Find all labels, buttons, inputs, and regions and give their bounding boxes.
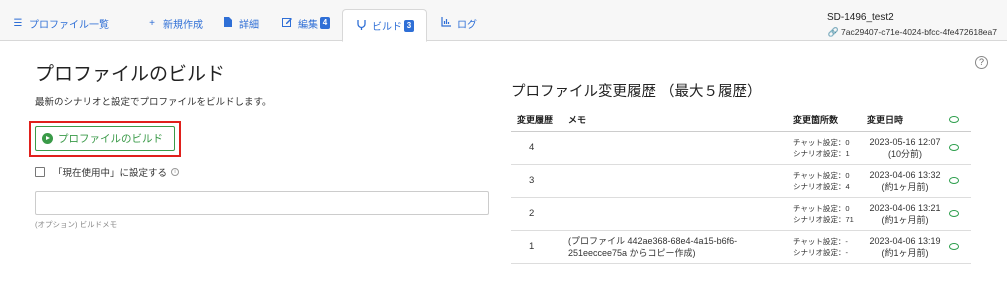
comment-icon[interactable] bbox=[949, 143, 959, 151]
col-version: 変更履歴 bbox=[511, 109, 562, 132]
date-relative: (10分前) bbox=[887, 148, 922, 159]
profile-name: SD-1496_test2 bbox=[827, 12, 894, 23]
history-version: 1 bbox=[511, 230, 562, 264]
chart-icon bbox=[440, 16, 452, 30]
info-icon[interactable]: i bbox=[171, 168, 180, 176]
tab-label: 新規作成 bbox=[163, 19, 203, 31]
edit-count-badge: 4 bbox=[320, 17, 330, 29]
play-icon bbox=[42, 133, 53, 144]
profile-id-text: 7ac29407-c71e-4024-bfcc-4fe472618ea7 bbox=[841, 27, 997, 37]
build-icon bbox=[355, 19, 367, 33]
chat-changes: チャット設定：0 bbox=[793, 170, 850, 180]
history-memo bbox=[562, 197, 787, 231]
date-relative: (約1ヶ月前) bbox=[881, 214, 929, 225]
tab-new[interactable]: + 新規作成 bbox=[146, 12, 203, 34]
comment-cell bbox=[943, 197, 971, 231]
date-value: 2023-05-16 12:07 bbox=[869, 136, 941, 147]
date-value: 2023-04-06 13:32 bbox=[869, 169, 941, 180]
build-button-label: プロファイルのビルド bbox=[58, 133, 163, 145]
top-nav-bar: ☰ プロファイル一覧 + 新規作成 詳細 編集 4 ビルド 3 ログ SD-14… bbox=[0, 0, 1007, 42]
set-current-row: 「現在使用中」に設定する i bbox=[35, 165, 180, 179]
comment-icon bbox=[949, 115, 959, 123]
comment-icon[interactable] bbox=[949, 242, 959, 250]
col-date: 変更日時 bbox=[861, 109, 943, 132]
date-value: 2023-04-06 13:21 bbox=[869, 202, 941, 213]
history-date: 2023-05-16 12:07 (10分前) bbox=[861, 131, 943, 165]
scenario-changes: シナリオ設定：- bbox=[793, 247, 848, 257]
history-memo bbox=[562, 164, 787, 198]
build-memo-hint: (オプション) ビルドメモ bbox=[35, 220, 118, 229]
scenario-changes: シナリオ設定：4 bbox=[793, 181, 850, 191]
help-icon[interactable]: ? bbox=[975, 56, 988, 69]
comment-icon[interactable] bbox=[949, 176, 959, 184]
history-row: 3 チャット設定：0 シナリオ設定：4 2023-04-06 13:32 (約1ヶ月… bbox=[511, 164, 971, 198]
link-icon: 🔗 bbox=[827, 27, 839, 37]
chat-changes: チャット設定：0 bbox=[793, 203, 850, 213]
col-changes: 変更箇所数 bbox=[787, 109, 861, 132]
tab-edit[interactable]: 編集 4 bbox=[281, 12, 330, 34]
history-table: 変更履歴 メモ 変更箇所数 変更日時 4 チャット設定：0 シナリオ設定：1 20… bbox=[511, 109, 971, 264]
history-changes: チャット設定：0 シナリオ設定：1 bbox=[787, 131, 861, 165]
history-date: 2023-04-06 13:19 (約1ヶ月前) bbox=[861, 230, 943, 264]
history-version: 2 bbox=[511, 197, 562, 231]
comment-cell bbox=[943, 164, 971, 198]
set-current-label: 「現在使用中」に設定する bbox=[53, 168, 168, 179]
edit-icon bbox=[281, 17, 293, 30]
history-changes: チャット設定：0 シナリオ設定：71 bbox=[787, 197, 861, 231]
tab-build[interactable]: ビルド 3 bbox=[342, 9, 427, 42]
build-title: プロファイルのビルド bbox=[35, 64, 226, 85]
date-relative: (約1ヶ月前) bbox=[881, 181, 929, 192]
tab-detail[interactable]: 詳細 bbox=[222, 12, 259, 34]
chat-changes: チャット設定：0 bbox=[793, 137, 850, 147]
tab-profile-list[interactable]: ☰ プロファイル一覧 bbox=[12, 12, 109, 34]
comment-header-cell bbox=[943, 109, 971, 132]
history-version: 3 bbox=[511, 164, 562, 198]
date-relative: (約1ヶ月前) bbox=[881, 247, 929, 258]
history-row: 4 チャット設定：0 シナリオ設定：1 2023-05-16 12:07 (10分前… bbox=[511, 131, 971, 165]
scenario-changes: シナリオ設定：1 bbox=[793, 148, 850, 158]
history-memo bbox=[562, 131, 787, 165]
set-current-checkbox[interactable] bbox=[35, 167, 45, 177]
history-row: 2 チャット設定：0 シナリオ設定：71 2023-04-06 13:21 (約1ヶ… bbox=[511, 197, 971, 231]
tab-log[interactable]: ログ bbox=[440, 12, 477, 34]
history-date: 2023-04-06 13:21 (約1ヶ月前) bbox=[861, 197, 943, 231]
build-description: 最新のシナリオと設定でプロファイルをビルドします。 bbox=[35, 97, 272, 108]
tab-label: 詳細 bbox=[239, 19, 259, 31]
chat-changes: チャット設定：- bbox=[793, 236, 848, 246]
plus-icon: + bbox=[149, 17, 155, 29]
comment-icon[interactable] bbox=[949, 209, 959, 217]
build-count-badge: 3 bbox=[404, 19, 414, 32]
history-date: 2023-04-06 13:32 (約1ヶ月前) bbox=[861, 164, 943, 198]
date-value: 2023-04-06 13:19 bbox=[869, 235, 941, 246]
comment-cell bbox=[943, 131, 971, 165]
profile-id: 🔗 7ac29407-c71e-4024-bfcc-4fe472618ea7 bbox=[827, 27, 997, 38]
history-title: プロファイル変更履歴 （最大５履歴） bbox=[511, 84, 762, 100]
col-memo: メモ bbox=[562, 109, 787, 132]
document-icon bbox=[222, 16, 234, 30]
build-memo-input[interactable] bbox=[35, 191, 489, 215]
tab-label: プロファイル一覧 bbox=[29, 19, 109, 31]
comment-cell bbox=[943, 230, 971, 264]
history-row: 1 (プロファイル 442ae368-68e4-4a15-b6f6-251eec… bbox=[511, 230, 971, 264]
history-memo: (プロファイル 442ae368-68e4-4a15-b6f6-251eecce… bbox=[562, 230, 787, 264]
history-version: 4 bbox=[511, 131, 562, 165]
tab-label: 編集 bbox=[298, 19, 318, 31]
history-header-row: 変更履歴 メモ 変更箇所数 変更日時 bbox=[511, 109, 971, 132]
scenario-changes: シナリオ設定：71 bbox=[793, 214, 854, 224]
build-profile-button[interactable]: プロファイルのビルド bbox=[35, 126, 175, 151]
tab-label: ログ bbox=[457, 19, 477, 31]
history-changes: チャット設定：0 シナリオ設定：4 bbox=[787, 164, 861, 198]
list-icon: ☰ bbox=[13, 17, 23, 29]
history-changes: チャット設定：- シナリオ設定：- bbox=[787, 230, 861, 264]
tab-label: ビルド bbox=[372, 22, 402, 33]
